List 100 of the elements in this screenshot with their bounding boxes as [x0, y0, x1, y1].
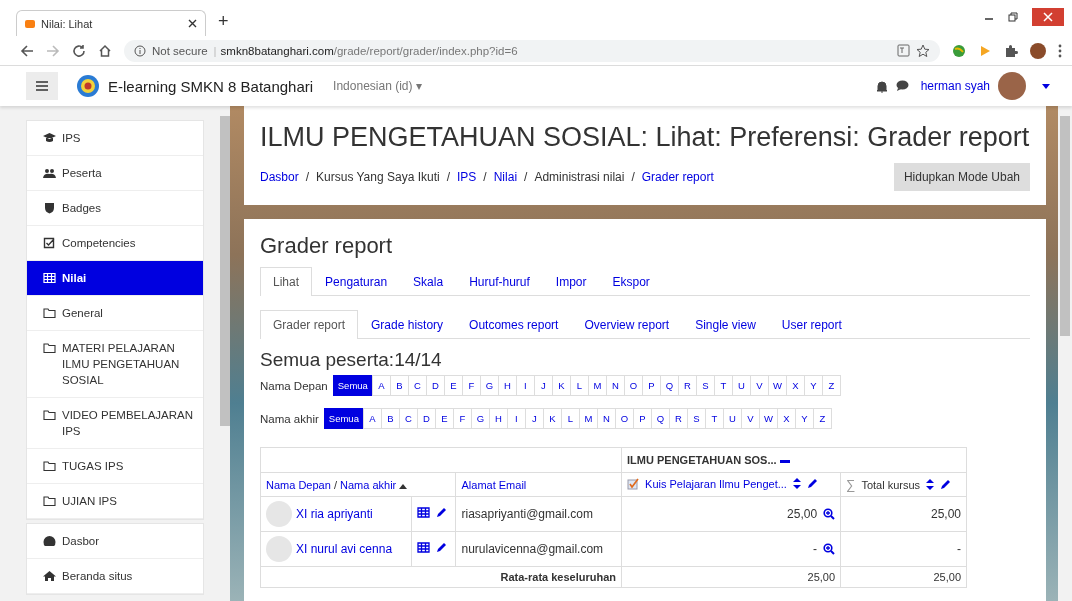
tab[interactable]: Impor	[542, 267, 600, 296]
sort-last-name-link[interactable]: Nama akhir	[340, 478, 397, 491]
browser-tab[interactable]: Nilai: Lihat	[16, 10, 206, 36]
letter-filter[interactable]: A	[371, 375, 391, 396]
letter-filter[interactable]: W	[758, 408, 778, 429]
more-icon[interactable]	[1058, 43, 1062, 58]
letter-filter[interactable]: B	[380, 408, 400, 429]
url-text[interactable]: smkn8batanghari.com/grade/report/grader/index.php?id=6	[222, 44, 518, 57]
table-icon[interactable]	[417, 507, 430, 518]
letter-filter[interactable]: P	[632, 408, 652, 429]
sidebar-item[interactable]: IPS	[27, 121, 203, 156]
sidebar-item[interactable]: Nilai	[27, 261, 203, 296]
close-icon[interactable]	[188, 19, 197, 28]
scrollbar[interactable]	[1058, 106, 1072, 601]
chat-icon[interactable]	[895, 80, 909, 92]
letter-filter[interactable]: R	[677, 375, 697, 396]
letter-filter[interactable]: S	[686, 408, 706, 429]
letter-filter[interactable]: I	[515, 375, 535, 396]
letter-filter[interactable]: Z	[812, 408, 832, 429]
menu-button[interactable]	[26, 72, 58, 100]
letter-filter[interactable]: A	[362, 408, 382, 429]
letter-filter[interactable]: B	[389, 375, 409, 396]
letter-filter[interactable]: O	[623, 375, 643, 396]
sidebar-item[interactable]: VIDEO PEMBELAJARAN IPS	[27, 398, 203, 449]
letter-filter[interactable]: F	[452, 408, 472, 429]
tab[interactable]: Huruf-huruf	[456, 267, 543, 296]
letter-filter[interactable]: H	[488, 408, 508, 429]
tab[interactable]: Grade history	[358, 310, 457, 339]
sidebar-item[interactable]: Peserta	[27, 156, 203, 191]
puzzle-icon[interactable]	[1004, 43, 1018, 58]
sidebar-item[interactable]: Dasbor	[27, 524, 203, 559]
student-name-link[interactable]: XI ria apriyanti	[296, 507, 373, 521]
breadcrumb-link[interactable]: Grader report	[641, 170, 714, 184]
letter-filter[interactable]: M	[578, 408, 598, 429]
zoom-in-icon[interactable]	[823, 508, 836, 520]
user-menu[interactable]: herman syah	[920, 79, 990, 93]
tab[interactable]: Single view	[682, 310, 769, 339]
sidebar-item[interactable]: MATERI PELAJARAN ILMU PENGETAHUAN SOSIAL	[27, 331, 203, 398]
profile-avatar[interactable]	[1030, 42, 1046, 59]
security-label[interactable]: Not secure	[152, 44, 208, 57]
pencil-icon[interactable]	[806, 478, 818, 489]
letter-filter[interactable]: D	[425, 375, 445, 396]
letter-filter[interactable]: X	[776, 408, 796, 429]
letter-filter[interactable]: S	[695, 375, 715, 396]
breadcrumb-link[interactable]: Dasbor	[260, 170, 299, 184]
pencil-icon[interactable]	[436, 507, 447, 518]
tab[interactable]: Overview report	[571, 310, 683, 339]
letter-filter[interactable]: K	[542, 408, 562, 429]
collapse-icon[interactable]	[779, 459, 790, 463]
pencil-icon[interactable]	[940, 479, 952, 490]
tab[interactable]: Outcomes report	[456, 310, 572, 339]
letter-filter[interactable]: Q	[659, 375, 679, 396]
letter-filter[interactable]: L	[569, 375, 589, 396]
letter-filter[interactable]: U	[731, 375, 751, 396]
tab[interactable]: Grader report	[260, 310, 359, 339]
zoom-in-icon[interactable]	[823, 543, 836, 555]
letter-filter[interactable]: N	[605, 375, 625, 396]
sort-first-name-link[interactable]: Nama Depan	[266, 478, 331, 491]
letter-filter[interactable]: L	[560, 408, 580, 429]
tab[interactable]: Skala	[400, 267, 457, 296]
close-window-button[interactable]	[1032, 8, 1064, 26]
tab[interactable]: Lihat	[260, 267, 313, 296]
tab[interactable]: Pengaturan	[312, 267, 401, 296]
bell-icon[interactable]	[875, 79, 888, 93]
letter-filter[interactable]: C	[398, 408, 418, 429]
letter-filter[interactable]: V	[749, 375, 769, 396]
site-name[interactable]: E-learning SMKN 8 Batanghari	[108, 77, 314, 95]
letter-filter[interactable]: Semua	[323, 408, 364, 429]
breadcrumb-link[interactable]: Nilai	[493, 170, 518, 184]
sidebar-item[interactable]: TUGAS IPS	[27, 449, 203, 484]
caret-icon[interactable]	[1042, 83, 1050, 89]
globe-extension-icon[interactable]	[952, 43, 966, 58]
edit-mode-button[interactable]: Hidupkan Mode Ubah	[893, 163, 1030, 191]
sort-icon[interactable]	[792, 478, 801, 489]
back-icon[interactable]	[20, 43, 34, 58]
sort-icon[interactable]	[926, 479, 935, 490]
letter-filter[interactable]: H	[497, 375, 517, 396]
letter-filter[interactable]: Semua	[332, 375, 373, 396]
letter-filter[interactable]: T	[713, 375, 733, 396]
letter-filter[interactable]: G	[470, 408, 490, 429]
sidebar-item[interactable]: Beranda situs	[27, 559, 203, 594]
letter-filter[interactable]: J	[524, 408, 544, 429]
letter-filter[interactable]: T	[704, 408, 724, 429]
reload-icon[interactable]	[72, 43, 86, 58]
letter-filter[interactable]: R	[668, 408, 688, 429]
letter-filter[interactable]: C	[407, 375, 427, 396]
letter-filter[interactable]: D	[416, 408, 436, 429]
sidebar-item[interactable]: Badges	[27, 191, 203, 226]
letter-filter[interactable]: G	[479, 375, 499, 396]
translate-icon[interactable]	[897, 44, 910, 57]
letter-filter[interactable]: E	[443, 375, 463, 396]
new-tab-button[interactable]: +	[218, 11, 229, 32]
letter-filter[interactable]: Y	[794, 408, 814, 429]
tab[interactable]: Ekspor	[599, 267, 663, 296]
sidebar-item[interactable]: UJIAN IPS	[27, 484, 203, 519]
letter-filter[interactable]: U	[722, 408, 742, 429]
letter-filter[interactable]: Z	[821, 375, 841, 396]
tab[interactable]: User report	[768, 310, 855, 339]
letter-filter[interactable]: V	[740, 408, 760, 429]
sidebar-item[interactable]: General	[27, 296, 203, 331]
